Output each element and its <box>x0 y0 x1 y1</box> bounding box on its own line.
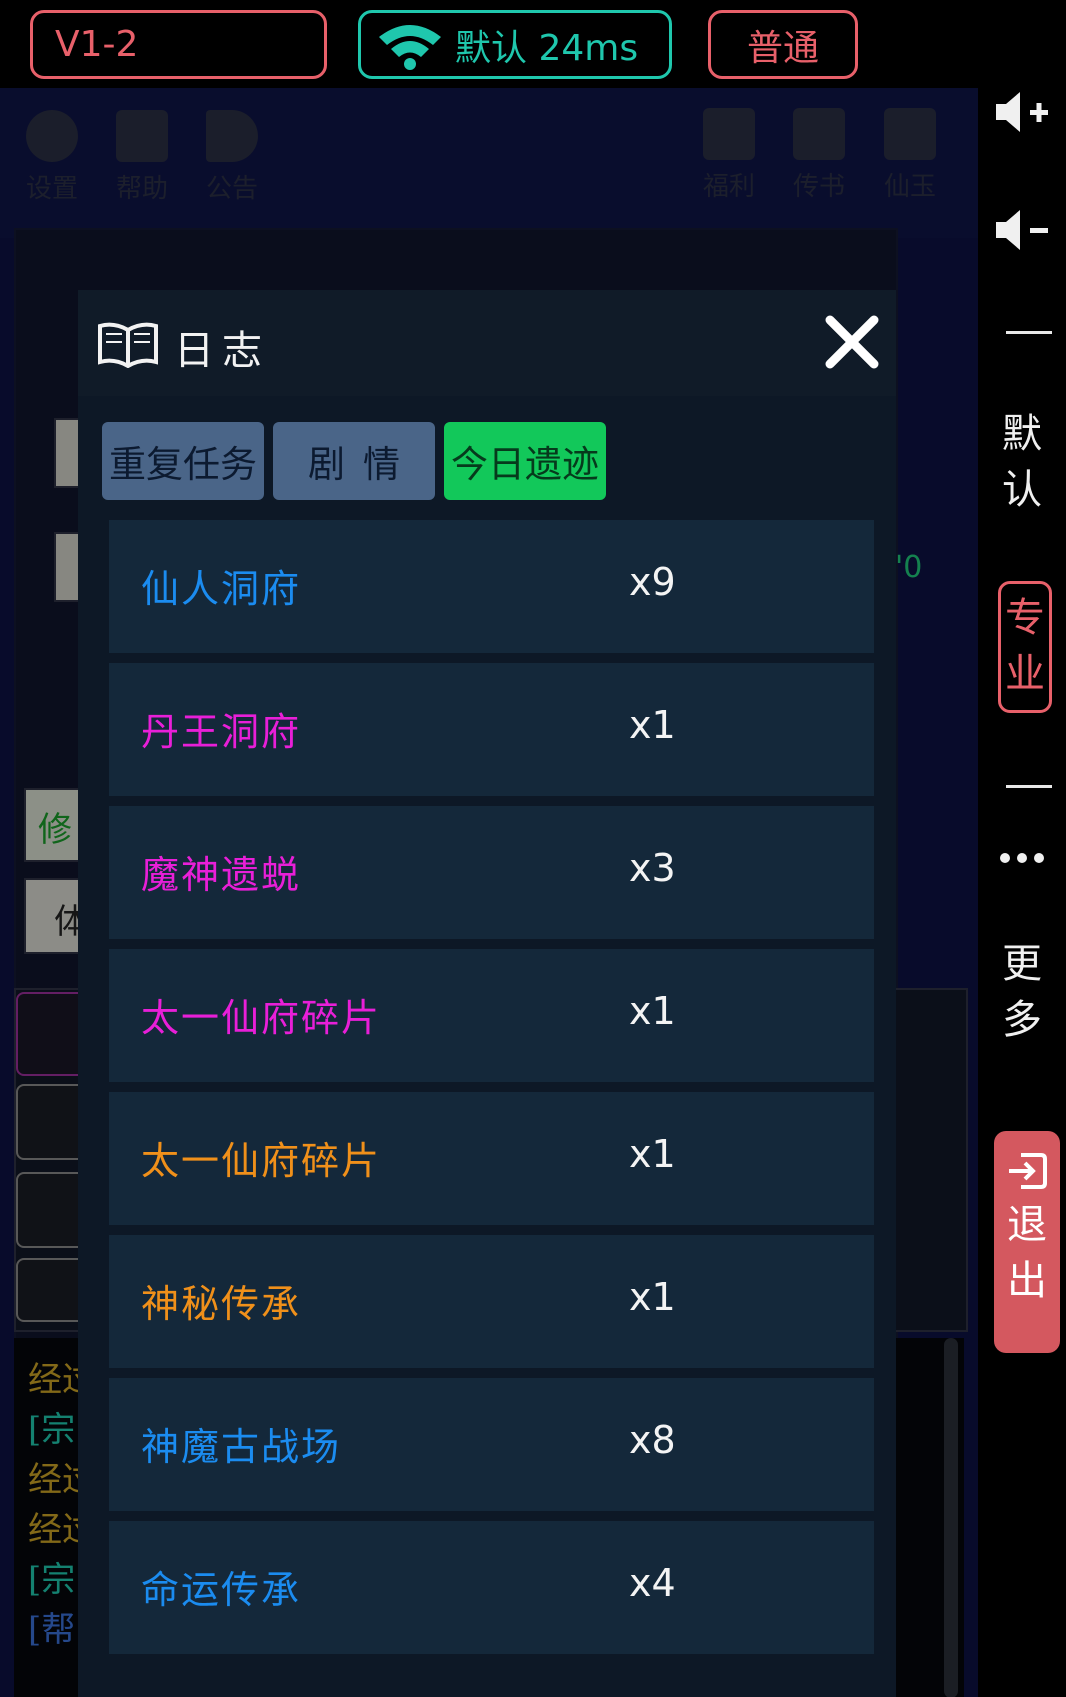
list-item[interactable]: 仙人洞府 x9 <box>109 520 874 653</box>
dialog-title: 日志 <box>174 328 270 374</box>
log-dialog: 日志 重复任务 剧情 今日遗迹 仙人洞府 x9 丹王洞府 x1 魔神遗蜕 x3 … <box>78 290 896 1697</box>
item-name: 神魔古战场 <box>141 1425 342 1469</box>
volume-up-button[interactable] <box>978 88 1066 140</box>
book-icon <box>98 322 158 368</box>
list-item[interactable]: 神秘传承 x1 <box>109 1235 874 1368</box>
tab-repeat-tasks[interactable]: 重复任务 <box>102 422 264 500</box>
close-icon[interactable] <box>822 312 882 372</box>
volume-down-icon <box>996 210 1048 250</box>
item-name: 魔神遗蜕 <box>141 853 302 897</box>
mode-label: 普通 <box>746 27 819 69</box>
tab-story[interactable]: 剧情 <box>273 422 435 500</box>
right-sidebar: 默 认 专 业 更 多 退 出 <box>978 88 1066 1697</box>
default-button[interactable]: 默 认 <box>978 406 1066 518</box>
list-item[interactable]: 太一仙府碎片 x1 <box>109 949 874 1082</box>
item-name: 丹王洞府 <box>141 710 302 754</box>
list-item[interactable]: 魔神遗蜕 x3 <box>109 806 874 939</box>
list-item[interactable]: 神魔古战场 x8 <box>109 1378 874 1511</box>
network-button[interactable]: 默认 24ms <box>358 10 672 79</box>
list-item[interactable]: 丹王洞府 x1 <box>109 663 874 796</box>
item-name: 仙人洞府 <box>141 567 302 611</box>
more-button[interactable]: 更 多 <box>978 936 1066 1048</box>
item-name: 命运传承 <box>141 1568 302 1612</box>
item-name: 神秘传承 <box>141 1282 302 1326</box>
item-count: x1 <box>629 1132 676 1176</box>
volume-up-icon <box>996 92 1048 132</box>
item-count: x1 <box>629 1275 676 1319</box>
sidebar-divider <box>1006 331 1052 334</box>
status-bar: V1-2 默认 24ms 普通 <box>0 0 1066 88</box>
tab-today-ruins[interactable]: 今日遗迹 <box>444 422 606 500</box>
item-name: 太一仙府碎片 <box>141 996 382 1040</box>
item-count: x4 <box>629 1561 676 1605</box>
pro-button[interactable]: 专 业 <box>998 581 1052 713</box>
mode-button[interactable]: 普通 <box>708 10 858 79</box>
sidebar-divider <box>1006 785 1052 788</box>
item-count: x1 <box>629 703 676 747</box>
item-count: x8 <box>629 1418 676 1462</box>
volume-down-button[interactable] <box>978 206 1066 258</box>
network-label: 默认 24ms <box>455 27 639 69</box>
list-item[interactable]: 太一仙府碎片 x1 <box>109 1092 874 1225</box>
exit-button[interactable]: 退 出 <box>994 1131 1060 1353</box>
wifi-icon <box>379 24 441 70</box>
item-name: 太一仙府碎片 <box>141 1139 382 1183</box>
dialog-header: 日志 <box>78 290 896 396</box>
item-count: x9 <box>629 560 676 604</box>
item-count: x1 <box>629 989 676 1033</box>
version-button[interactable]: V1-2 <box>30 10 327 79</box>
list-item[interactable]: 命运传承 x4 <box>109 1521 874 1654</box>
item-count: x3 <box>629 846 676 890</box>
exit-icon <box>1009 1153 1047 1189</box>
version-label: V1-2 <box>55 24 139 65</box>
more-dots-icon <box>978 850 1066 870</box>
